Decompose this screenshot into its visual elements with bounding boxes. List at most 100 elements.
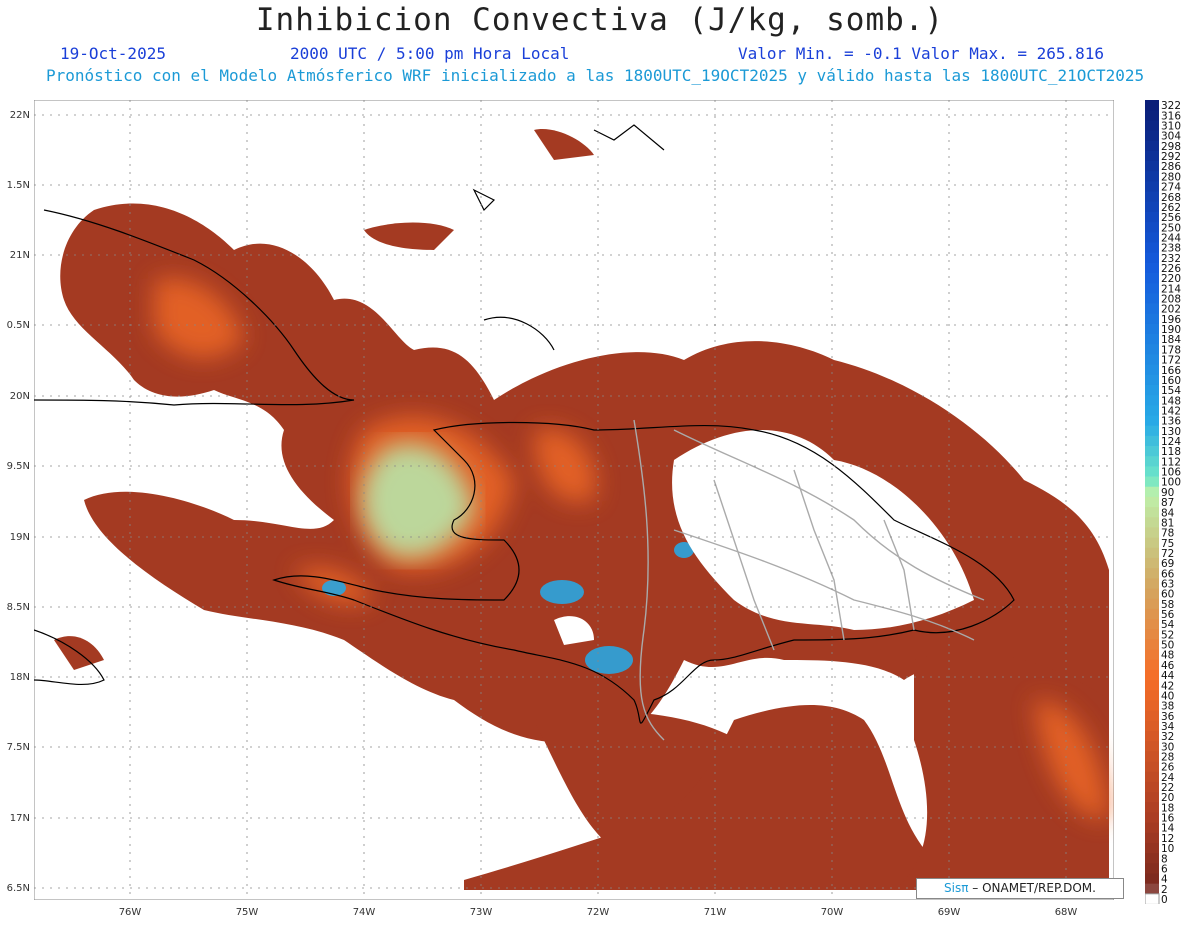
cin-map xyxy=(34,100,1114,900)
legend-swatch xyxy=(1145,395,1159,406)
legend-swatch xyxy=(1145,751,1159,762)
legend-swatch xyxy=(1145,883,1159,895)
legend-swatch xyxy=(1145,822,1159,834)
lat-label: 9.5N xyxy=(6,461,30,472)
legend-swatch xyxy=(1145,222,1159,233)
model-info: Pronóstico con el Modelo Atmósferico WRF… xyxy=(46,66,1145,85)
lon-label: 68W xyxy=(1054,907,1078,918)
lat-label: 7.5N xyxy=(6,742,30,753)
legend-swatch xyxy=(1145,476,1159,488)
legend-swatch xyxy=(1145,140,1159,152)
legend-swatch xyxy=(1145,893,1160,904)
legend-swatch xyxy=(1145,730,1159,742)
legend-swatch xyxy=(1145,710,1159,722)
lon-label: 71W xyxy=(703,907,727,918)
legend-swatch xyxy=(1145,262,1159,274)
legend-swatch xyxy=(1145,629,1159,640)
legend-swatch xyxy=(1145,608,1159,620)
legend-swatch xyxy=(1145,669,1159,681)
map-title: Inhibicion Convectiva (J/kg, somb.) xyxy=(255,2,945,38)
legend-swatch xyxy=(1145,639,1159,650)
lat-label: 20N xyxy=(9,391,30,402)
legend-swatch xyxy=(1145,201,1159,213)
legend-swatch xyxy=(1145,191,1159,203)
lon-label: 75W xyxy=(235,907,259,918)
legend-swatch xyxy=(1145,364,1159,376)
legend-swatch xyxy=(1145,313,1159,325)
legend-swatch xyxy=(1145,853,1159,864)
legend-swatch xyxy=(1145,242,1159,254)
legend-swatch xyxy=(1145,293,1159,304)
lat-label: 19N xyxy=(9,532,30,543)
legend-swatch xyxy=(1145,425,1159,437)
legend-swatch xyxy=(1145,832,1159,844)
legend-swatch xyxy=(1145,537,1159,549)
legend-swatch xyxy=(1145,496,1159,508)
legend-swatch xyxy=(1145,547,1159,559)
legend-swatch xyxy=(1145,812,1159,823)
legend-swatch xyxy=(1145,150,1159,162)
legend-swatch xyxy=(1145,211,1159,223)
legend-swatch xyxy=(1145,486,1159,498)
lat-label: 21N xyxy=(9,250,30,261)
legend-swatch xyxy=(1145,771,1159,783)
legend-swatch xyxy=(1145,334,1159,345)
legend-swatch xyxy=(1145,700,1159,712)
legend-swatch xyxy=(1145,720,1159,732)
legend-swatch xyxy=(1145,446,1159,457)
sis-logo: Sisπ xyxy=(944,881,969,895)
legend-swatch xyxy=(1145,659,1159,671)
lon-label: 69W xyxy=(937,907,961,918)
legend-swatch xyxy=(1145,181,1159,192)
legend-swatch xyxy=(1145,415,1159,427)
legend-swatch xyxy=(1145,517,1159,528)
legend-swatch xyxy=(1145,232,1159,243)
legend-swatch xyxy=(1145,527,1159,539)
legend-swatch xyxy=(1145,100,1159,111)
credit-box: Sisπ – ONAMET/REP.DOM. xyxy=(916,878,1124,899)
legend-swatch xyxy=(1145,283,1159,294)
legend-label: 0 xyxy=(1161,894,1168,904)
forecast-date: 19-Oct-2025 xyxy=(60,44,166,63)
legend-swatch xyxy=(1145,863,1159,874)
legend-swatch xyxy=(1145,507,1159,518)
legend-swatch xyxy=(1145,354,1159,366)
legend-swatch xyxy=(1145,741,1159,752)
legend-swatch xyxy=(1145,110,1159,121)
legend-swatch xyxy=(1145,792,1159,803)
legend-swatch xyxy=(1145,252,1159,264)
legend-swatch xyxy=(1145,781,1159,793)
credit-org: – ONAMET/REP.DOM. xyxy=(972,881,1096,895)
legend-swatch xyxy=(1145,130,1159,142)
legend-swatch xyxy=(1145,578,1159,589)
lat-label: 1.5N xyxy=(6,180,30,191)
legend-swatch xyxy=(1145,568,1159,579)
legend-swatch xyxy=(1145,557,1159,569)
lat-label: 22N xyxy=(9,110,30,121)
lon-label: 73W xyxy=(469,907,493,918)
legend-swatch xyxy=(1145,588,1159,600)
legend-swatch xyxy=(1145,680,1159,691)
legend-swatch xyxy=(1145,405,1159,416)
color-legend: 3223163103042982922862802742682622562502… xyxy=(1145,100,1181,904)
lat-label: 0.5N xyxy=(6,320,30,331)
legend-swatch xyxy=(1145,374,1159,386)
legend-swatch xyxy=(1145,435,1159,447)
lat-label: 17N xyxy=(9,813,30,824)
legend-swatch xyxy=(1145,273,1159,284)
forecast-time: 2000 UTC / 5:00 pm Hora Local xyxy=(290,44,570,63)
lat-label: 18N xyxy=(9,672,30,683)
lat-label: 8.5N xyxy=(6,602,30,613)
legend-swatch xyxy=(1145,456,1159,467)
legend-swatch xyxy=(1145,690,1159,701)
lat-label: 6.5N xyxy=(6,883,30,894)
legend-swatch xyxy=(1145,303,1159,315)
legend-swatch xyxy=(1145,161,1159,172)
legend-swatch xyxy=(1145,761,1159,773)
legend-swatch xyxy=(1145,842,1159,854)
lon-label: 72W xyxy=(586,907,610,918)
legend-swatch xyxy=(1145,344,1159,355)
legend-swatch xyxy=(1145,466,1159,477)
lon-label: 70W xyxy=(820,907,844,918)
legend-swatch xyxy=(1145,171,1159,182)
